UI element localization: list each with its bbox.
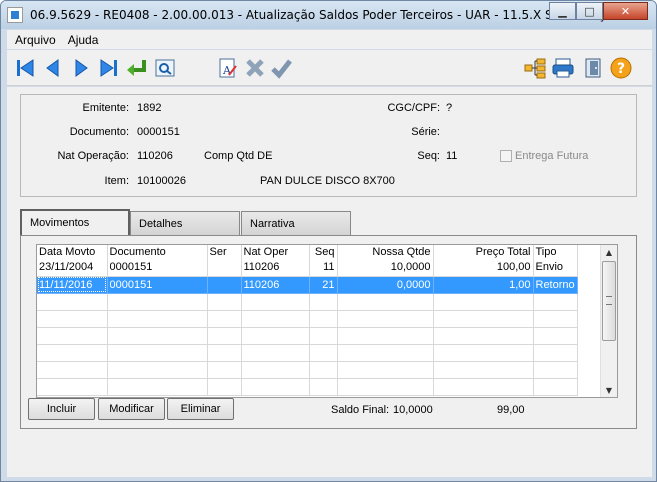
table-row-selected[interactable]: 11/11/2016 0000151 110206 21 0,0000 1,00…: [37, 276, 578, 294]
item-value: 10100026: [137, 175, 186, 187]
menu-arquivo[interactable]: Arquivo: [15, 33, 56, 47]
cell-ser: [207, 276, 242, 294]
serie-label: Série:: [411, 126, 440, 138]
window-controls: ▁ □ ✕: [549, 2, 648, 20]
toolbar: A ?: [7, 50, 652, 86]
emitente-value: 1892: [137, 102, 162, 114]
grid-vertical-scrollbar[interactable]: ▲ ▼: [600, 245, 617, 397]
close-button[interactable]: ✕: [603, 2, 648, 20]
cell-seq: 21: [309, 276, 338, 294]
table-row-empty: [37, 310, 578, 328]
cell-ser: [207, 259, 242, 277]
col-ser[interactable]: Ser: [207, 245, 242, 259]
item-description: PAN DULCE DISCO 8X700: [260, 175, 395, 187]
last-record-icon[interactable]: [97, 56, 121, 80]
tab-detalhes[interactable]: Detalhes: [130, 211, 240, 235]
svg-text:A: A: [222, 64, 232, 77]
seq-value: 11: [446, 150, 458, 162]
cell-nat-oper: 110206: [241, 259, 310, 277]
entrega-futura-label: Entrega Futura: [515, 150, 589, 162]
cell-nat-oper: 110206: [241, 276, 310, 294]
scroll-thumb[interactable]: [602, 261, 616, 341]
documento-value: 0000151: [137, 126, 180, 138]
table-row-empty: [37, 361, 578, 379]
incluir-button[interactable]: Incluir: [28, 398, 95, 420]
minimize-button[interactable]: ▁: [549, 2, 576, 20]
emitente-label: Emitente:: [82, 102, 129, 114]
tab-narrativa[interactable]: Narrativa: [241, 211, 351, 235]
main-window: 06.9.5629 - RE0408 - 2.00.00.013 - Atual…: [0, 0, 657, 482]
tree-icon[interactable]: [523, 56, 547, 80]
comp-qtd-de-label: Comp Qtd DE: [204, 150, 273, 162]
cgc-cpf-value: ?: [446, 102, 453, 114]
movimentos-grid[interactable]: Data Movto Documento Ser Nat Oper Seq No…: [36, 244, 618, 398]
col-tipo[interactable]: Tipo: [533, 245, 578, 259]
saldo-final-label: Saldo Final:: [331, 404, 390, 416]
maximize-button[interactable]: □: [576, 2, 603, 20]
form-content: Emitente: 1892 Documento: 0000151 Nat Op…: [7, 87, 652, 477]
col-preco-total[interactable]: Preço Total: [433, 245, 534, 259]
print-icon[interactable]: [551, 56, 575, 80]
confirm-icon[interactable]: [269, 56, 293, 80]
edit-icon[interactable]: A: [215, 56, 239, 80]
previous-record-icon[interactable]: [41, 56, 65, 80]
cell-seq: 11: [309, 259, 338, 277]
scroll-up-icon[interactable]: ▲: [601, 245, 617, 259]
svg-text:?: ?: [617, 61, 625, 77]
search-icon[interactable]: [153, 56, 177, 80]
help-icon[interactable]: ?: [609, 56, 633, 80]
saldo-final-qtde: 10,0000: [393, 404, 433, 416]
saldo-final-preco: 99,00: [497, 404, 525, 416]
nat-operacao-value: 110206: [137, 150, 173, 162]
entrega-futura-checkbox[interactable]: [500, 150, 512, 162]
col-seq[interactable]: Seq: [309, 245, 338, 259]
window-title: 06.9.5629 - RE0408 - 2.00.00.013 - Atual…: [30, 8, 617, 22]
col-documento[interactable]: Documento: [107, 245, 208, 259]
cell-data-movto: 23/11/2004: [37, 259, 108, 277]
seq-label: Seq:: [417, 150, 440, 162]
table-row-empty: [37, 378, 578, 396]
table-row-empty: [37, 327, 578, 345]
cell-nossa-qtde: 10,0000: [337, 259, 434, 277]
nat-operacao-label: Nat Operação:: [57, 150, 129, 162]
exit-icon[interactable]: [581, 56, 605, 80]
cell-tipo: Retorno: [533, 276, 578, 294]
item-label: Item:: [104, 175, 129, 187]
first-record-icon[interactable]: [13, 56, 37, 80]
col-nat-oper[interactable]: Nat Oper: [241, 245, 310, 259]
grid-header: Data Movto Documento Ser Nat Oper Seq No…: [37, 245, 578, 259]
table-row[interactable]: 23/11/2004 0000151 110206 11 10,0000 100…: [37, 259, 578, 277]
cell-preco-total: 1,00: [433, 276, 534, 294]
cell-documento: 0000151: [107, 276, 208, 294]
next-record-icon[interactable]: [69, 56, 93, 80]
documento-label: Documento:: [69, 126, 129, 138]
cgc-cpf-label: CGC/CPF:: [387, 102, 440, 114]
modificar-button[interactable]: Modificar: [98, 398, 165, 420]
cell-nossa-qtde: 0,0000: [337, 276, 434, 294]
header-panel: Emitente: 1892 Documento: 0000151 Nat Op…: [20, 94, 637, 197]
cell-documento: 0000151: [107, 259, 208, 277]
col-nossa-qtde[interactable]: Nossa Qtde: [337, 245, 434, 259]
table-row-empty: [37, 344, 578, 362]
app-icon: [7, 7, 23, 23]
col-data-movto[interactable]: Data Movto: [37, 245, 108, 259]
scroll-down-icon[interactable]: ▼: [601, 383, 617, 397]
menu-ajuda[interactable]: Ajuda: [68, 33, 99, 47]
eliminar-button[interactable]: Eliminar: [167, 398, 234, 420]
cell-preco-total: 100,00: [433, 259, 534, 277]
goto-icon[interactable]: [125, 56, 149, 80]
cell-tipo: Envio: [533, 259, 578, 277]
cell-data-movto: 11/11/2016: [37, 276, 108, 294]
movimentos-panel: Data Movto Documento Ser Nat Oper Seq No…: [20, 235, 637, 429]
delete-icon[interactable]: [243, 56, 267, 80]
tab-movimentos[interactable]: Movimentos: [20, 209, 130, 235]
table-row-empty: [37, 293, 578, 311]
menu-bar: Arquivo Ajuda: [7, 30, 652, 49]
title-bar[interactable]: 06.9.5629 - RE0408 - 2.00.00.013 - Atual…: [1, 1, 656, 29]
